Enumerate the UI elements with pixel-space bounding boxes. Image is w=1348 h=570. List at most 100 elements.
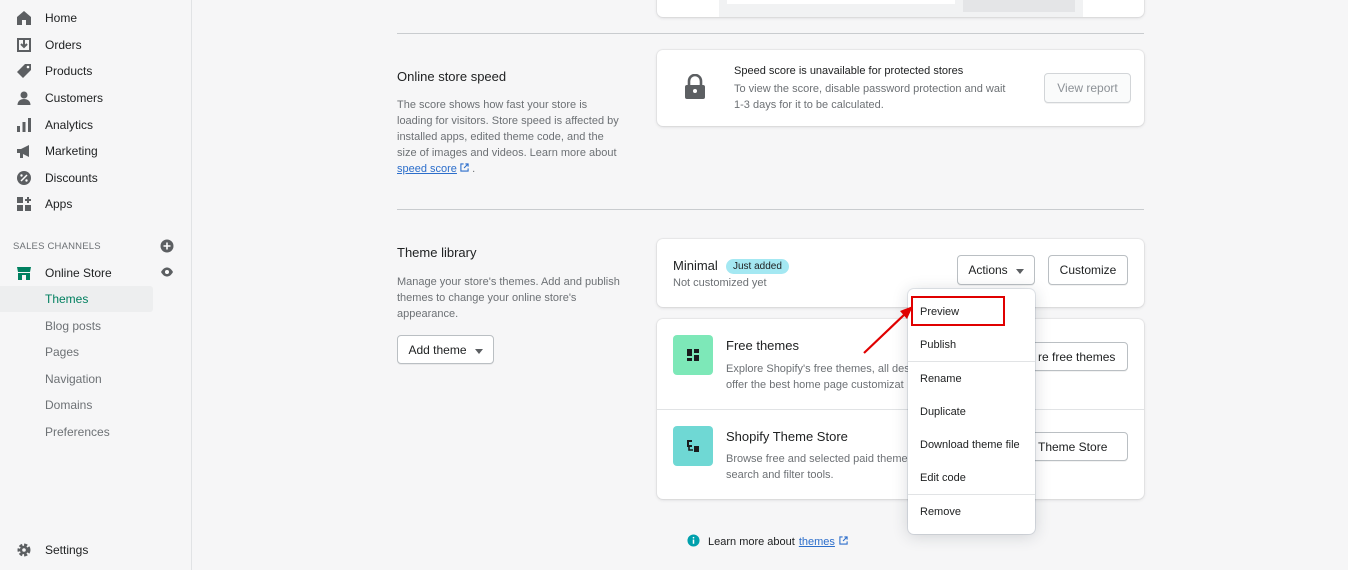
explore-free-themes-button[interactable]: re free themes xyxy=(1023,342,1128,371)
desc-line: speed score . xyxy=(397,161,637,177)
speed-score-link[interactable]: speed score xyxy=(397,163,457,175)
sidebar-item-preferences[interactable]: Preferences xyxy=(0,419,153,445)
sidebar-item-label: Orders xyxy=(45,38,82,52)
actions-button[interactable]: Actions xyxy=(957,255,1035,285)
theme-preview-card xyxy=(657,0,1144,17)
desc-line: installed apps, edited theme code, and t… xyxy=(397,131,604,143)
menu-item-download-theme-file[interactable]: Download theme file xyxy=(908,432,1035,458)
free-themes-icon xyxy=(673,335,713,375)
speed-score-card: Speed score is unavailable for protected… xyxy=(657,50,1144,126)
external-link-icon xyxy=(839,536,848,548)
themes-link[interactable]: themes xyxy=(799,536,835,548)
sidebar-item-navigation[interactable]: Navigation xyxy=(0,366,153,392)
sales-channels-heading: SALES CHANNELS xyxy=(13,241,101,252)
discount-icon xyxy=(15,169,33,187)
desc-line: search and filter tools. xyxy=(726,469,834,481)
menu-item-duplicate[interactable]: Duplicate xyxy=(908,399,1035,425)
sidebar-item-orders[interactable]: Orders xyxy=(0,32,153,58)
learn-more-text: Learn more about xyxy=(708,536,795,548)
sidebar-item-marketing[interactable]: Marketing xyxy=(0,138,153,164)
card-divider xyxy=(657,409,1144,410)
apps-icon xyxy=(15,195,33,213)
desc-line: 1-3 days for it to be calculated. xyxy=(734,99,884,111)
theme-name: Minimal xyxy=(673,258,718,273)
caret-down-icon xyxy=(1015,263,1024,277)
sidebar-item-apps[interactable]: Apps xyxy=(0,191,153,217)
sidebar-item-label: Marketing xyxy=(45,144,98,158)
menu-separator xyxy=(908,494,1035,495)
desc-line: Browse free and selected paid theme xyxy=(726,453,908,465)
desc-line: offer the best home page customizat xyxy=(726,379,904,391)
sidebar-item-label: Discounts xyxy=(45,171,98,185)
menu-item-edit-code[interactable]: Edit code xyxy=(908,465,1035,491)
home-icon xyxy=(15,9,33,27)
sidebar-item-blog-posts[interactable]: Blog posts xyxy=(0,313,153,339)
sidebar-item-label: Products xyxy=(45,64,93,78)
person-icon xyxy=(15,89,33,107)
orders-icon xyxy=(15,36,33,54)
period: . xyxy=(472,163,476,175)
theme-library-title: Theme library xyxy=(397,245,477,260)
menu-separator xyxy=(908,361,1035,362)
just-added-badge: Just added xyxy=(726,259,789,274)
sidebar-item-online-store[interactable]: Online Store xyxy=(0,260,153,286)
sidebar-item-discounts[interactable]: Discounts xyxy=(0,165,153,191)
sidebar-item-analytics[interactable]: Analytics xyxy=(0,112,153,138)
free-themes-description: Explore Shopify's free themes, all des o… xyxy=(726,361,910,393)
theme-card-minimal: Minimal Just added Not customized yet Ac… xyxy=(657,239,1144,307)
section-divider xyxy=(397,209,1144,210)
add-theme-button[interactable]: Add theme xyxy=(397,335,494,364)
sidebar-item-label: Pages xyxy=(45,345,80,359)
sidebar-item-label: Online Store xyxy=(45,266,112,280)
visit-theme-store-button[interactable]: Theme Store xyxy=(1023,432,1128,461)
theme-library-description: Manage your store's themes. Add and publ… xyxy=(397,274,637,322)
customize-button[interactable]: Customize xyxy=(1048,255,1128,285)
desc-line: size of images and videos. Learn more ab… xyxy=(397,147,617,159)
sidebar: Home Orders Products Customers Analytics… xyxy=(0,0,192,570)
speed-card-description: To view the score, disable password prot… xyxy=(734,81,1024,113)
sidebar-item-label: Preferences xyxy=(45,425,110,439)
desc-line: appearance. xyxy=(397,308,459,320)
preview-image xyxy=(719,0,1083,17)
annotation-arrow-icon xyxy=(863,306,913,354)
caret-down-icon xyxy=(474,343,483,357)
speed-section-title: Online store speed xyxy=(397,69,507,84)
desc-line: themes to change your online store's xyxy=(397,292,577,304)
tag-icon xyxy=(15,62,33,80)
add-theme-label: Add theme xyxy=(408,342,467,357)
sidebar-item-domains[interactable]: Domains xyxy=(0,392,153,418)
megaphone-icon xyxy=(15,142,33,160)
sidebar-item-label: Domains xyxy=(45,398,93,412)
add-channel-icon[interactable] xyxy=(160,239,174,256)
sidebar-item-settings[interactable]: Settings xyxy=(0,537,153,563)
sidebar-item-label: Navigation xyxy=(45,372,102,386)
sidebar-item-label: Settings xyxy=(45,543,89,557)
sidebar-item-label: Home xyxy=(45,11,78,25)
sidebar-item-customers[interactable]: Customers xyxy=(0,85,153,111)
theme-store-title: Shopify Theme Store xyxy=(726,429,848,444)
menu-item-publish[interactable]: Publish xyxy=(908,332,1035,358)
sidebar-item-label: Customers xyxy=(45,91,104,105)
external-link-icon xyxy=(460,163,469,175)
sidebar-item-label: Themes xyxy=(45,292,89,306)
sidebar-item-label: Analytics xyxy=(45,118,94,132)
desc-line: To view the score, disable password prot… xyxy=(734,83,1006,95)
actions-label: Actions xyxy=(968,263,1008,277)
info-icon xyxy=(687,534,700,550)
eye-icon[interactable] xyxy=(160,266,174,281)
menu-item-remove[interactable]: Remove xyxy=(908,499,1035,525)
view-report-button[interactable]: View report xyxy=(1044,73,1131,103)
sidebar-item-products[interactable]: Products xyxy=(0,58,153,84)
desc-line: Manage your store's themes. Add and publ… xyxy=(397,276,620,288)
preview-highlight-box xyxy=(911,296,1005,326)
speed-card-title: Speed score is unavailable for protected… xyxy=(734,65,964,77)
learn-more-footer: Learn more about themes xyxy=(687,534,848,550)
sidebar-item-pages[interactable]: Pages xyxy=(0,339,153,365)
sidebar-item-label: Apps xyxy=(45,197,73,211)
sidebar-item-themes[interactable]: Themes xyxy=(0,286,153,312)
menu-item-rename[interactable]: Rename xyxy=(908,366,1035,392)
sidebar-item-label: Blog posts xyxy=(45,319,102,333)
free-themes-title: Free themes xyxy=(726,338,799,353)
sidebar-item-home[interactable]: Home xyxy=(0,5,153,31)
desc-line: The score shows how fast your store is xyxy=(397,99,588,111)
